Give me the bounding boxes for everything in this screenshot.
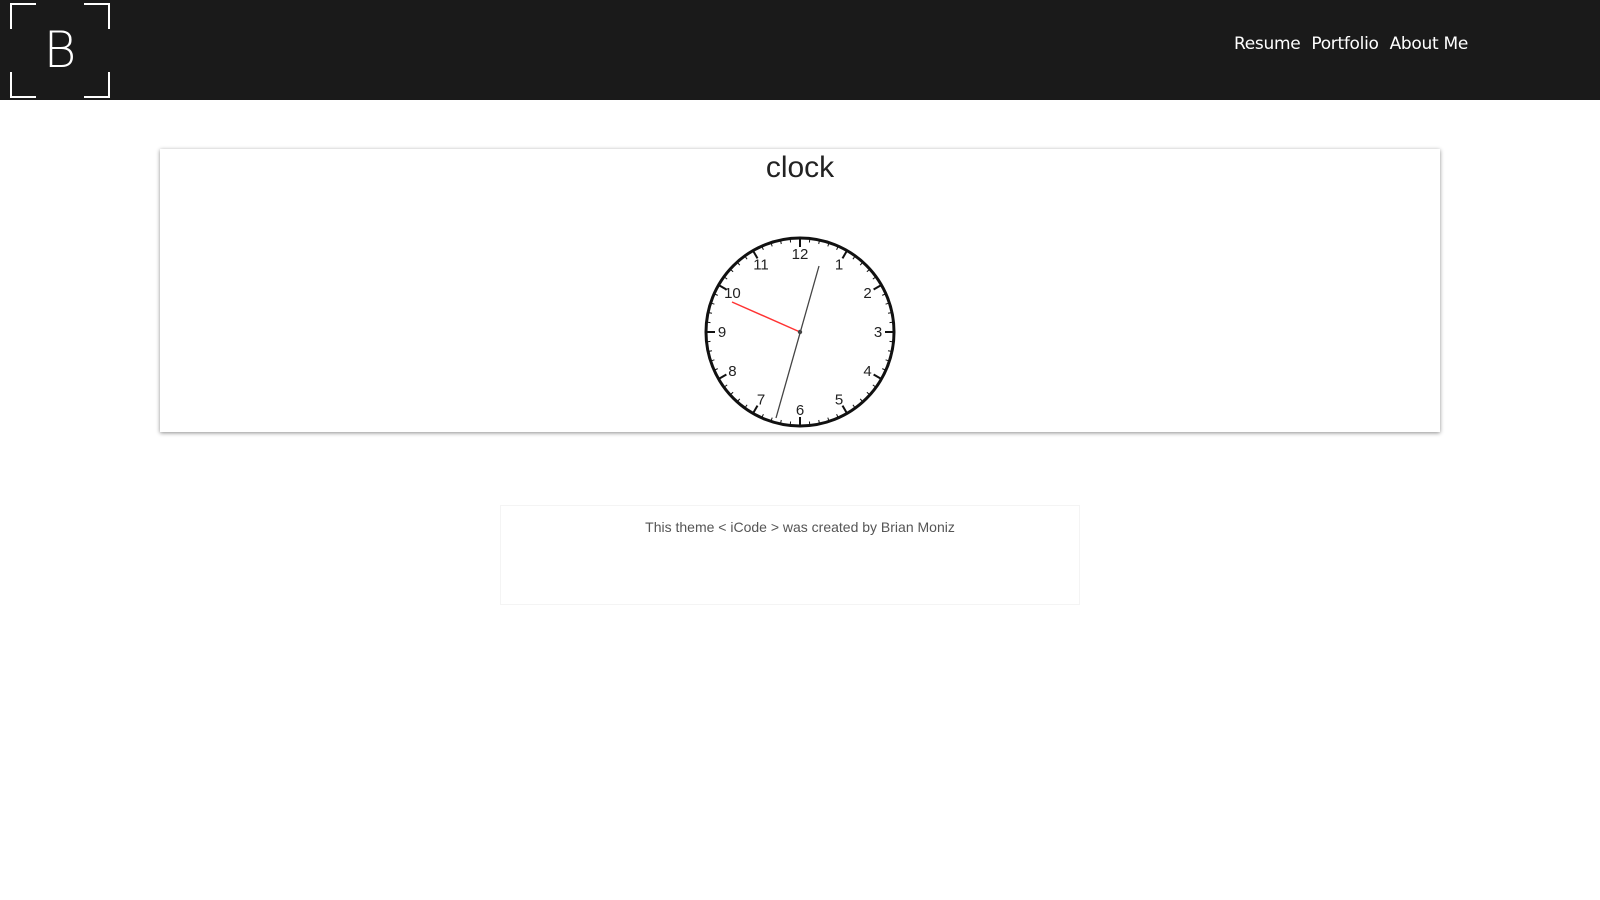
clock-numeral: 2 bbox=[863, 285, 871, 302]
clock-numeral: 12 bbox=[792, 246, 809, 263]
clock-numeral: 7 bbox=[757, 392, 765, 409]
main-nav: Resume Portfolio About Me bbox=[1234, 34, 1468, 54]
card-title: clock bbox=[765, 151, 835, 184]
nav-link-portfolio[interactable]: Portfolio bbox=[1311, 34, 1379, 54]
site-logo[interactable]: B bbox=[10, 3, 110, 98]
clock-numeral: 1 bbox=[835, 256, 843, 273]
nav-link-resume[interactable]: Resume bbox=[1234, 34, 1301, 54]
clock-numeral: 8 bbox=[728, 363, 736, 380]
clock-numeral: 6 bbox=[796, 402, 804, 419]
clock-numeral: 11 bbox=[753, 256, 769, 273]
logo-letter: B bbox=[43, 21, 77, 79]
site-header: B Resume Portfolio About Me bbox=[0, 0, 1600, 100]
clock-center-pin bbox=[797, 329, 803, 335]
clock-numeral: 5 bbox=[835, 392, 843, 409]
clock-numeral: 10 bbox=[724, 285, 741, 302]
analog-clock: 121234567891011 bbox=[704, 236, 896, 428]
clock-numeral: 3 bbox=[874, 324, 882, 341]
clock-card: clock 12 1 2 3 4 5 6 7 8 9 10 11 bbox=[160, 149, 1440, 432]
clock-numeral: 9 bbox=[718, 324, 726, 341]
nav-link-about-me[interactable]: About Me bbox=[1390, 34, 1469, 54]
clock-numeral: 4 bbox=[863, 363, 871, 380]
footer-credit: This theme < iCode > was created by Bria… bbox=[645, 519, 955, 535]
